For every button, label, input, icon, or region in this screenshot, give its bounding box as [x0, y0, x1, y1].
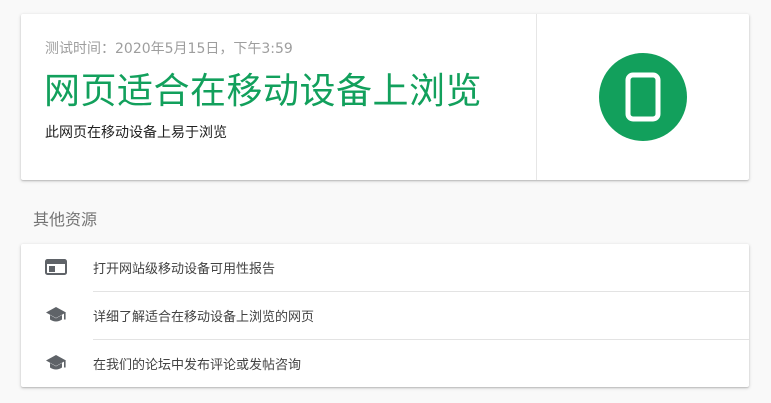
- test-result-card: 测试时间：2020年5月15日，下午3:59 网页适合在移动设备上浏览 此网页在…: [21, 14, 749, 180]
- graduation-cap-icon: [46, 307, 66, 322]
- graduation-cap-icon: [46, 355, 66, 370]
- test-time: 测试时间：2020年5月15日，下午3:59: [45, 41, 293, 57]
- result-badge-panel: [537, 14, 749, 180]
- list-item-usability-report[interactable]: 打开网站级移动设备可用性报告: [21, 244, 749, 291]
- mobile-phone-icon: [625, 72, 661, 122]
- list-item-forum[interactable]: 在我们的论坛中发布评论或发帖咨询: [21, 340, 749, 387]
- resources-card: 打开网站级移动设备可用性报告 详细了解适合在移动设备上浏览的网页 在我们的论坛中…: [21, 244, 749, 387]
- verdict-detail: 此网页在移动设备上易于浏览: [45, 125, 227, 141]
- result-summary: 测试时间：2020年5月15日，下午3:59 网页适合在移动设备上浏览 此网页在…: [21, 14, 536, 180]
- list-item-learn-more[interactable]: 详细了解适合在移动设备上浏览的网页: [21, 292, 749, 339]
- other-resources-heading: 其他资源: [33, 210, 98, 229]
- list-item-label: 详细了解适合在移动设备上浏览的网页: [93, 310, 315, 325]
- verdict-title: 网页适合在移动设备上浏览: [44, 71, 483, 112]
- list-item-label: 在我们的论坛中发布评论或发帖咨询: [93, 358, 302, 373]
- list-item-label: 打开网站级移动设备可用性报告: [93, 262, 276, 277]
- web-report-icon: [45, 259, 67, 275]
- mobile-friendly-badge: [599, 53, 687, 141]
